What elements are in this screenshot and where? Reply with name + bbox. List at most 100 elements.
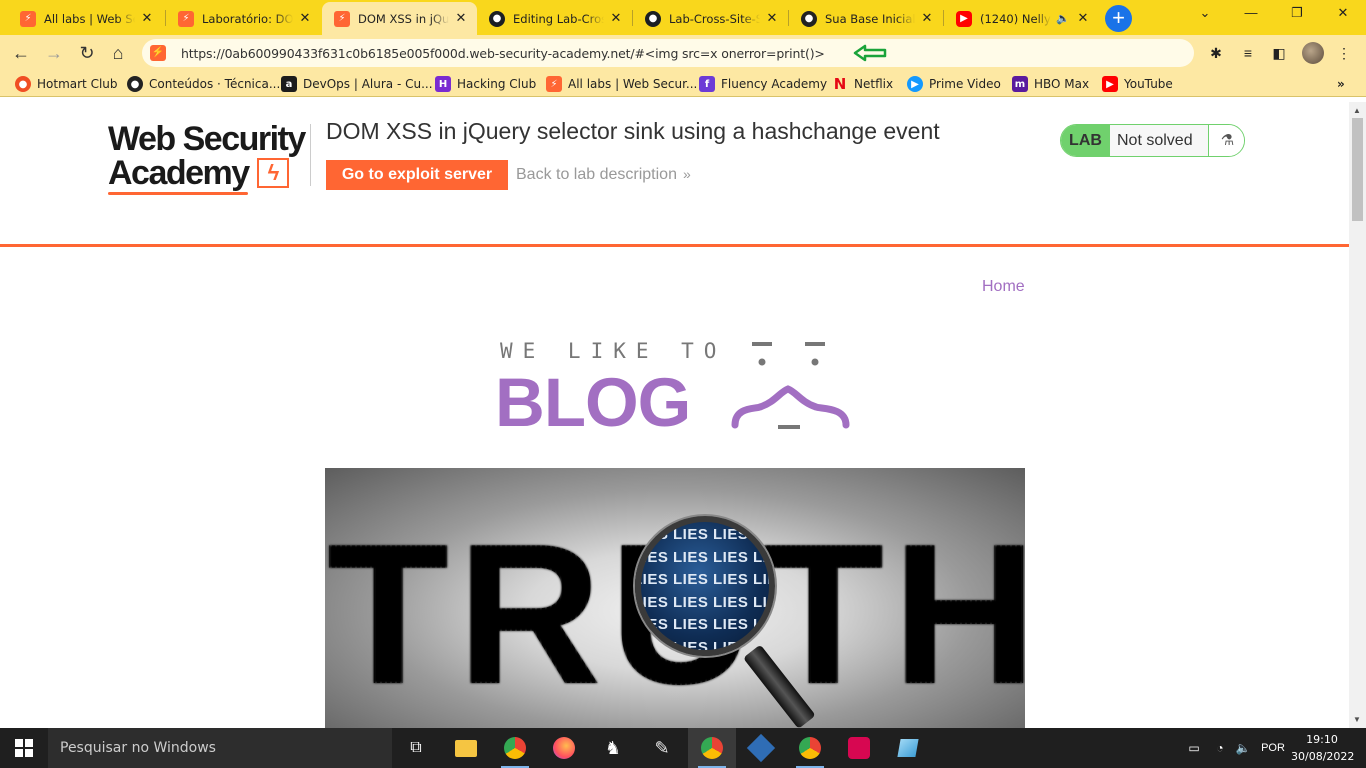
nav-home-link[interactable]: Home (982, 278, 1025, 296)
tab-title: Sua Base Inicial (825, 11, 915, 26)
double-chevron-icon: » (682, 166, 691, 182)
clock-time: 19:10 (1306, 733, 1338, 746)
bookmark-alura[interactable]: a DevOps | Alura - Cu... (281, 75, 433, 93)
chrome-active-icon[interactable] (688, 728, 736, 768)
lens-lies-text: LIES LIES LIES LIES LIES LIES LIES LIES L… (635, 526, 775, 656)
minimize-button[interactable]: — (1228, 5, 1274, 25)
bookmark-fluency[interactable]: f Fluency Academy (699, 75, 827, 93)
windows-start-icon[interactable] (0, 728, 48, 768)
new-tab-button[interactable]: + (1105, 5, 1132, 32)
system-clock[interactable]: 19:10 30/08/2022 (1291, 731, 1354, 765)
bookmark-hotmart[interactable]: ● Hotmart Club (15, 75, 118, 93)
site-favicon[interactable]: ⚡ (150, 45, 166, 61)
search-placeholder: Pesquisar no Windows (60, 740, 216, 756)
forward-arrow-icon[interactable]: → (42, 41, 66, 65)
virtualbox-icon[interactable] (737, 728, 785, 768)
bookmark-label: Prime Video (929, 77, 1001, 91)
page-scrollbar[interactable]: ▲ ▼ (1349, 102, 1366, 728)
extensions-icon[interactable]: ✱ (1206, 43, 1226, 63)
restore-button[interactable]: ❐ (1274, 5, 1320, 25)
tab-laboratorio[interactable]: ⚡ Laboratório: DOM XSS ✕ (166, 2, 321, 35)
notes-app-icon[interactable] (884, 728, 932, 768)
prime-video-icon: ▶ (907, 76, 923, 92)
close-icon[interactable]: ✕ (608, 11, 624, 26)
paint-icon[interactable]: ✎ (638, 728, 686, 768)
scrollbar-thumb[interactable] (1352, 118, 1363, 221)
exploit-server-button[interactable]: Go to exploit server (326, 160, 508, 190)
scroll-down-icon[interactable]: ▼ (1353, 715, 1361, 724)
youtube-icon: ▶ (956, 10, 972, 27)
page-content: Web Security Academy ϟ DOM XSS in jQuery… (0, 102, 1349, 728)
bookmark-label: Fluency Academy (721, 77, 828, 91)
wifi-icon[interactable]: ◔ (1208, 728, 1232, 768)
curly-brace-face-icon (731, 342, 850, 429)
file-explorer-icon[interactable] (442, 728, 490, 768)
lab-badge: LAB (1061, 125, 1110, 156)
speaker-icon[interactable]: 🔈 (1055, 12, 1071, 25)
address-bar[interactable]: ⚡ https://0ab600990433f631c0b6185e005f00… (142, 39, 1194, 67)
bookmark-label: DevOps | Alura - Cu... (303, 77, 433, 91)
lab-title: DOM XSS in jQuery selector sink using a … (326, 118, 940, 144)
close-icon[interactable]: ✕ (919, 11, 935, 26)
firefox-icon[interactable] (540, 728, 588, 768)
green-arrow-annotation (853, 44, 886, 62)
logo-line1: Web Security (108, 120, 306, 158)
bookmark-hacking-club[interactable]: H Hacking Club (435, 75, 536, 93)
home-icon[interactable]: ⌂ (106, 41, 130, 65)
close-icon[interactable]: ✕ (1075, 11, 1091, 26)
more-bookmarks-icon[interactable]: » (1337, 75, 1345, 93)
youtube-icon: ▶ (1102, 76, 1118, 92)
lightning-bolt-icon: ϟ (256, 158, 289, 188)
bookmark-hbo-max[interactable]: m HBO Max (1012, 75, 1089, 93)
bookmark-label: HBO Max (1034, 77, 1090, 91)
lab-status-text: Not solved (1117, 132, 1193, 149)
back-to-description-link[interactable]: Back to lab description » (516, 166, 691, 184)
side-panel-icon[interactable]: ◧ (1269, 43, 1289, 63)
reading-list-icon[interactable]: ≡ (1238, 43, 1258, 63)
battery-icon[interactable]: ▭ (1180, 728, 1208, 768)
task-view-icon[interactable]: ⧉ (392, 728, 440, 768)
portswigger-icon: ⚡ (546, 76, 562, 92)
language-indicator[interactable]: POR (1256, 728, 1290, 768)
close-icon[interactable]: ✕ (297, 11, 313, 26)
tab-youtube[interactable]: ▶ (1240) Nelly 🔈 ✕ (944, 2, 1099, 35)
tab-all-labs[interactable]: ⚡ All labs | Web Security Academy ✕ (8, 2, 163, 35)
tab-title: All labs | Web Security Academy (44, 11, 135, 26)
bookmark-all-labs[interactable]: ⚡ All labs | Web Secur... (546, 75, 697, 93)
web-security-academy-logo[interactable]: Web Security Academy ϟ (108, 122, 313, 197)
bookmark-prime-video[interactable]: ▶ Prime Video (907, 75, 1001, 93)
alura-icon: a (281, 76, 297, 92)
bookmark-label: Conteúdos · Técnica... (149, 77, 281, 91)
bookmark-icon: ● (127, 76, 143, 92)
debian-app-icon[interactable] (835, 728, 883, 768)
close-window-button[interactable]: ✕ (1320, 5, 1366, 25)
close-icon[interactable]: ✕ (764, 11, 780, 26)
reload-icon[interactable]: ↻ (75, 41, 99, 65)
tab-title: DOM XSS in jQuery selector (358, 11, 449, 26)
tab-search-icon[interactable]: ⌄ (1182, 5, 1228, 25)
hacking-club-icon: H (435, 76, 451, 92)
scroll-up-icon[interactable]: ▲ (1353, 106, 1361, 115)
back-arrow-icon[interactable]: ← (9, 41, 33, 65)
tab-base-inicial[interactable]: ● Sua Base Inicial ✕ (789, 2, 943, 35)
windows-taskbar: Pesquisar no Windows ⧉ ♞ ✎ ▭ ◔ 🔈 POR 19:… (0, 728, 1366, 768)
profile-avatar[interactable] (1302, 42, 1324, 64)
bookmark-youtube[interactable]: ▶ YouTube (1102, 75, 1173, 93)
chrome-profile-icon[interactable] (786, 728, 834, 768)
tab-strip: ⚡ All labs | Web Security Academy ✕ ⚡ La… (0, 0, 1366, 35)
url-text[interactable]: https://0ab600990433f631c0b6185e005f000d… (181, 46, 825, 61)
tab-dom-xss-active[interactable]: ⚡ DOM XSS in jQuery selector ✕ (322, 2, 477, 35)
close-icon[interactable]: ✕ (139, 11, 155, 26)
windows-search-box[interactable]: Pesquisar no Windows (48, 728, 392, 768)
tab-editing-lab[interactable]: ● Editing Lab-Cross-Site ✕ (477, 2, 632, 35)
bookmark-conteudos[interactable]: ● Conteúdos · Técnica... (127, 75, 280, 93)
menu-icon[interactable]: ⋮ (1334, 43, 1354, 63)
volume-icon[interactable]: 🔈 (1232, 728, 1254, 768)
header-divider (0, 244, 1349, 247)
close-icon[interactable]: ✕ (453, 11, 469, 26)
chrome-icon[interactable] (491, 728, 539, 768)
tab-title: Laboratório: DOM XSS (202, 11, 293, 26)
counter-strike-icon[interactable]: ♞ (589, 728, 637, 768)
tab-lab-cross-site[interactable]: ● Lab-Cross-Site-Scripting ✕ (633, 2, 788, 35)
bookmark-netflix[interactable]: N Netflix (832, 75, 893, 93)
